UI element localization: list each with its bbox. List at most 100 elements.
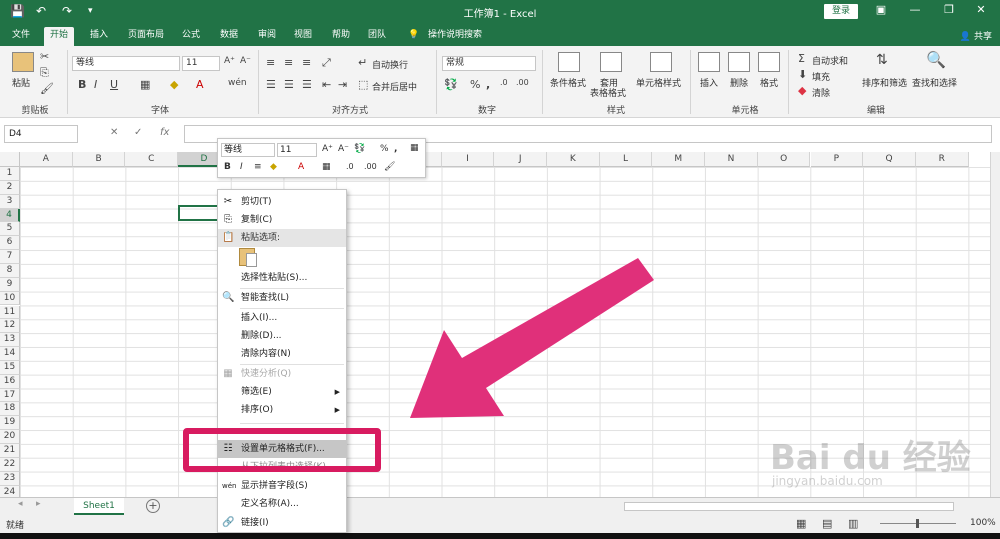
align-top-icon[interactable]: ≡ [266,56,275,69]
menu-item-sort[interactable]: 排序(O) ▶ [218,401,346,419]
row-header-21[interactable]: 21 [0,444,20,458]
copy-icon[interactable]: ⎘ [40,66,49,80]
tab-help[interactable]: 帮助 [326,27,356,46]
insert-function-icon[interactable]: fx [160,127,169,138]
tab-insert[interactable]: 插入 [84,27,114,46]
align-middle-icon[interactable]: ≡ [284,56,293,69]
bold-icon[interactable]: B [78,78,86,91]
mini-grow-font-icon[interactable]: A⁺ [322,144,333,154]
borders-icon[interactable]: ▦ [140,78,150,91]
mini-increase-decimal-icon[interactable]: .0 [346,162,354,171]
name-box[interactable]: D4 [4,125,78,143]
accounting-icon[interactable]: 💱 [444,78,458,91]
number-format-select[interactable]: 常规 [442,56,536,71]
horizontal-scrollbar[interactable] [624,502,954,511]
zoom-thumb[interactable] [916,519,919,528]
menu-item-insert[interactable]: 插入(I)... [218,309,346,327]
mini-accounting-icon[interactable]: 💱 [354,144,365,154]
menu-item-phonetic[interactable]: wén 显示拼音字段(S) [218,477,346,495]
row-header-6[interactable]: 6 [0,236,20,251]
row-header-19[interactable]: 19 [0,416,20,431]
delete-cells-icon[interactable] [728,52,750,72]
cancel-icon[interactable]: ✕ [110,127,118,138]
tab-home[interactable]: 开始 [44,27,75,46]
row-header-16[interactable]: 16 [0,374,20,389]
column-header-c[interactable]: C [125,152,179,167]
sort-filter-icon[interactable]: ⇅ [876,52,888,68]
delete-cells-button[interactable]: 删除 [730,76,748,89]
merge-center-button[interactable]: 合并后居中 [372,80,417,93]
increase-indent-icon[interactable]: ⇥ [338,78,347,91]
mini-format-painter-icon[interactable]: 🖌 [384,162,395,172]
tab-view[interactable]: 视图 [288,27,318,46]
clear-button[interactable]: 清除 [812,86,830,99]
cut-icon[interactable]: ✂ [40,50,49,63]
row-header-17[interactable]: 17 [0,388,20,403]
tab-page-layout[interactable]: 页面布局 [122,27,170,46]
normal-view-icon[interactable]: ▦ [796,517,806,530]
mini-fill-color-icon[interactable]: ◆ [270,162,277,172]
font-color-icon[interactable]: A [196,78,204,91]
autosum-button[interactable]: 自动求和 [812,54,848,67]
row-header-20[interactable]: 20 [0,430,20,444]
align-left-icon[interactable]: ☰ [266,78,276,91]
mini-font-color-icon[interactable]: A [298,162,304,172]
mini-font-select[interactable]: 等线 [221,143,275,157]
wrap-text-icon[interactable]: ↵ [358,56,367,69]
ribbon-display-icon[interactable]: ▣ [866,3,896,16]
mini-align-icon[interactable]: ≡ [254,162,262,172]
row-header-9[interactable]: 9 [0,277,20,292]
minimize-icon[interactable]: — [900,3,930,16]
phonetic-icon[interactable]: wén [228,78,247,88]
row-header-14[interactable]: 14 [0,347,20,361]
tab-file[interactable]: 文件 [6,27,36,46]
mini-bold-icon[interactable]: B [224,162,231,172]
align-bottom-icon[interactable]: ≡ [302,56,311,69]
scroll-left-icon[interactable]: ◂ [18,499,23,509]
underline-icon[interactable]: U [110,78,118,91]
mini-decrease-decimal-icon[interactable]: .00 [364,162,377,171]
percent-icon[interactable]: % [470,78,480,91]
tab-review[interactable]: 审阅 [252,27,282,46]
clear-icon[interactable]: ◆ [798,84,806,97]
comma-icon[interactable]: , [486,78,490,91]
mini-shrink-font-icon[interactable]: A⁻ [338,144,349,154]
menu-item-filter[interactable]: 筛选(E) ▶ [218,383,346,401]
menu-item-paste-special[interactable]: 选择性粘贴(S)... [218,269,346,287]
row-header-7[interactable]: 7 [0,250,20,264]
row-header-8[interactable]: 8 [0,263,20,278]
mini-borders-icon[interactable]: ▦ [322,162,331,172]
column-header-b[interactable]: B [72,152,126,167]
zoom-level[interactable]: 100% [970,518,996,528]
format-painter-icon[interactable]: 🖌 [40,82,54,95]
row-header-4[interactable]: 4 [0,208,20,223]
row-header-15[interactable]: 15 [0,360,20,375]
column-header-p[interactable]: P [810,152,864,167]
tab-formulas[interactable]: 公式 [176,27,206,46]
increase-decimal-icon[interactable]: .0 [500,78,508,87]
format-as-table-label-2[interactable]: 表格格式 [590,86,626,99]
conditional-format-button[interactable]: 条件格式 [550,76,586,89]
tab-team[interactable]: 团队 [362,27,392,46]
format-as-table-icon[interactable] [600,52,622,72]
menu-item-clear-contents[interactable]: 清除内容(N) [218,345,346,363]
row-header-10[interactable]: 10 [0,291,20,306]
merge-icon[interactable]: ⬚ [358,78,368,91]
autosum-icon[interactable]: Σ [798,52,805,65]
fill-icon[interactable]: ⬇ [798,68,807,81]
mini-percent-icon[interactable]: % [380,144,389,154]
row-header-23[interactable]: 23 [0,471,20,486]
fill-button[interactable]: 填充 [812,70,830,83]
font-size-select[interactable]: 11 [182,56,220,71]
scroll-right-icon[interactable]: ▸ [36,499,41,509]
mini-comma-icon[interactable]: , [394,144,397,154]
add-sheet-icon[interactable]: + [146,499,160,513]
share-button[interactable]: 👤 共享 [960,29,992,42]
row-header-2[interactable]: 2 [0,180,20,195]
italic-icon[interactable]: I [94,78,97,91]
row-header-5[interactable]: 5 [0,222,20,237]
row-header-11[interactable]: 11 [0,305,20,320]
tell-me-search[interactable]: 操作说明搜索 [422,27,488,46]
menu-item-copy[interactable]: ⎘ 复制(C) [218,211,346,229]
menu-item-cut[interactable]: ✂ 剪切(T) [218,193,346,211]
